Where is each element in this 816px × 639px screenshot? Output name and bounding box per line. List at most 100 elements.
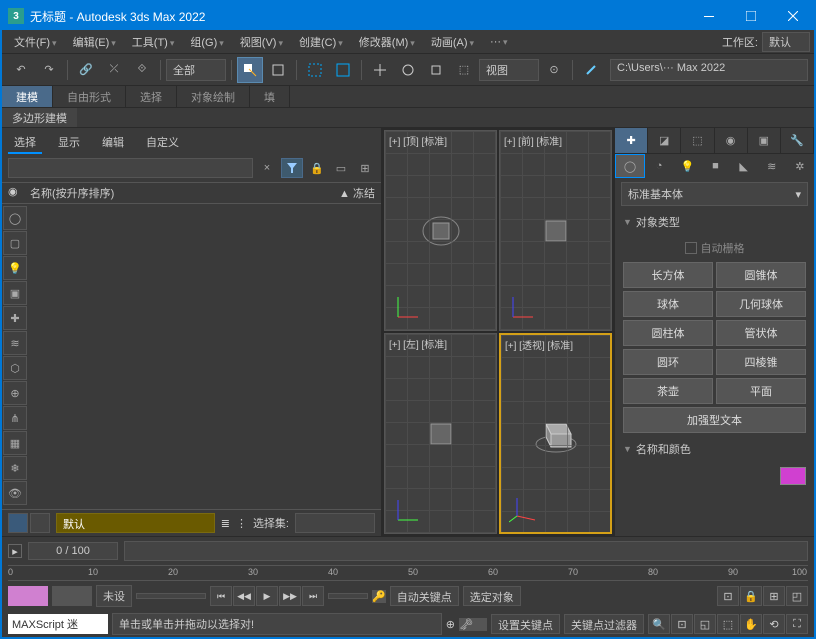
scene-list[interactable] xyxy=(28,204,381,509)
scale-button[interactable] xyxy=(423,57,449,83)
viewport-perspective[interactable]: [+] [透视] [标准] xyxy=(499,333,612,534)
nav-1-button[interactable]: ⊞ xyxy=(763,586,785,606)
filter-container-icon[interactable]: ▦ xyxy=(3,431,27,455)
prev-frame-button[interactable]: ◀◀ xyxy=(233,586,255,606)
hierarchy-tab[interactable]: ⬚ xyxy=(681,128,714,153)
selection-set-dropdown[interactable] xyxy=(295,513,375,533)
undo-button[interactable]: ↶ xyxy=(8,57,34,83)
zoom-button[interactable]: 🔍 xyxy=(648,614,670,634)
viewport-left-label[interactable]: [+] [左] [标准] xyxy=(389,336,447,351)
display-tab[interactable]: ▣ xyxy=(748,128,781,153)
filter-bone-icon[interactable]: ⋔ xyxy=(3,406,27,430)
autokey-button[interactable]: 自动关键点 xyxy=(390,586,459,606)
setkey-button[interactable]: 设置关键点 xyxy=(491,614,560,634)
filter-lights-icon[interactable]: 💡 xyxy=(3,256,27,280)
keyfilter-button[interactable]: 关键点过滤器 xyxy=(564,614,644,634)
placement-button[interactable]: ⬚ xyxy=(451,57,477,83)
goto-start-button[interactable]: ⏮ xyxy=(210,586,232,606)
manipulate-button[interactable] xyxy=(578,57,604,83)
object-name-input[interactable] xyxy=(623,467,780,485)
filter-helpers-icon[interactable]: ✚ xyxy=(3,306,27,330)
filter-cameras-icon[interactable]: ▣ xyxy=(3,281,27,305)
goto-end-button[interactable]: ⏭ xyxy=(302,586,324,606)
tube-button[interactable]: 管状体 xyxy=(716,320,806,346)
vp-layout-2-button[interactable] xyxy=(30,513,50,533)
pyramid-button[interactable]: 四棱锥 xyxy=(716,349,806,375)
menu-create[interactable]: 创建(C)▾ xyxy=(291,32,351,52)
zoom-all-button[interactable]: ⊡ xyxy=(671,614,693,634)
viewport-top[interactable]: [+] [顶] [标准] xyxy=(384,130,497,331)
minimize-button[interactable] xyxy=(688,2,730,30)
filter-groups-icon[interactable]: ⬡ xyxy=(3,356,27,380)
ribbon-tab-modeling[interactable]: 建模 xyxy=(2,86,53,107)
systems-subtab[interactable]: ✲ xyxy=(786,154,814,178)
add-time-tag-button[interactable]: ⊕ xyxy=(446,618,455,631)
scene-tab-edit[interactable]: 编辑 xyxy=(96,132,130,154)
cylinder-button[interactable]: 圆柱体 xyxy=(623,320,713,346)
view-hier-icon[interactable]: ⊞ xyxy=(355,158,375,178)
ribbon-tab-selection[interactable]: 选择 xyxy=(126,86,177,107)
use-pivot-button[interactable]: ⊙ xyxy=(541,57,567,83)
pan-button[interactable]: ✋ xyxy=(740,614,762,634)
play-toggle-icon[interactable]: ▸ xyxy=(8,544,22,558)
link-button[interactable]: 🔗 xyxy=(73,57,99,83)
viewport-top-label[interactable]: [+] [顶] [标准] xyxy=(389,133,447,148)
rect-region-button[interactable] xyxy=(302,57,328,83)
geosphere-button[interactable]: 几何球体 xyxy=(716,291,806,317)
orbit-button[interactable]: ⟲ xyxy=(763,614,785,634)
torus-button[interactable]: 圆环 xyxy=(623,349,713,375)
color-swatch-1[interactable] xyxy=(8,586,48,606)
cone-button[interactable]: 圆锥体 xyxy=(716,262,806,288)
autogrid-checkbox[interactable]: 自动栅格 xyxy=(623,238,806,262)
isolate-button[interactable]: ⊡ xyxy=(717,586,739,606)
lights-subtab[interactable]: 💡 xyxy=(673,154,701,178)
selected-dropdown[interactable]: 选定对象 xyxy=(463,586,521,606)
rollout-name-color[interactable]: ▼名称和颜色 xyxy=(615,437,814,461)
layers-icon[interactable]: ≣ xyxy=(221,517,230,530)
spacewarps-subtab[interactable]: ≋ xyxy=(758,154,786,178)
menu-edit[interactable]: 编辑(E)▾ xyxy=(65,32,124,52)
filter-xref-icon[interactable]: ⊕ xyxy=(3,381,27,405)
unlink-button[interactable]: ⤫ xyxy=(101,57,127,83)
viewport-left[interactable]: [+] [左] [标准] xyxy=(384,333,497,534)
menu-modifiers[interactable]: 修改器(M)▾ xyxy=(351,32,423,52)
redo-button[interactable]: ↷ xyxy=(36,57,62,83)
key-mode-button[interactable]: 🔑 xyxy=(372,590,386,603)
workspace-dropdown[interactable]: 默认 xyxy=(762,32,810,52)
play-button[interactable]: ▶ xyxy=(256,586,278,606)
plane-button[interactable]: 平面 xyxy=(716,378,806,404)
coord-x-input[interactable] xyxy=(136,593,206,599)
bind-spacewarp-button[interactable]: ⟐ xyxy=(129,57,155,83)
ribbon-tab-populate[interactable]: 填 xyxy=(250,86,290,107)
view-flat-icon[interactable]: ▭ xyxy=(331,158,351,178)
menu-more[interactable]: ···▾ xyxy=(482,34,516,50)
utilities-tab[interactable]: 🔧 xyxy=(781,128,814,153)
lock-icon[interactable]: 🔒 xyxy=(307,158,327,178)
current-frame-input[interactable] xyxy=(328,593,368,599)
fov-button[interactable]: ⬚ xyxy=(717,614,739,634)
filter-spacewarps-icon[interactable]: ≋ xyxy=(3,331,27,355)
ribbon-tab-freeform[interactable]: 自由形式 xyxy=(53,86,126,107)
window-crossing-button[interactable] xyxy=(330,57,356,83)
time-track[interactable] xyxy=(124,541,808,561)
color-swatch-2[interactable] xyxy=(52,586,92,606)
select-object-button[interactable] xyxy=(237,57,263,83)
object-color-swatch[interactable] xyxy=(780,467,806,485)
move-button[interactable] xyxy=(367,57,393,83)
filter-frozen-icon[interactable]: ❄ xyxy=(3,456,27,480)
sphere-button[interactable]: 球体 xyxy=(623,291,713,317)
rollout-object-type[interactable]: ▼对象类型 xyxy=(615,210,814,234)
modify-tab[interactable]: ◪ xyxy=(648,128,681,153)
ribbon-tab-paint[interactable]: 对象绘制 xyxy=(177,86,250,107)
column-freeze[interactable]: ▲ 冻结 xyxy=(315,185,375,201)
menu-file[interactable]: 文件(F)▾ xyxy=(6,32,65,52)
menu-group[interactable]: 组(G)▾ xyxy=(182,32,231,52)
teapot-button[interactable]: 茶壶 xyxy=(623,378,713,404)
key-big-button[interactable]: 🗝 xyxy=(459,618,487,631)
next-frame-button[interactable]: ▶▶ xyxy=(279,586,301,606)
menu-animation[interactable]: 动画(A)▾ xyxy=(423,32,482,52)
selection-filter-dropdown[interactable]: 全部 xyxy=(166,59,226,81)
maximize-button[interactable] xyxy=(730,2,772,30)
viewport-persp-label[interactable]: [+] [透视] [标准] xyxy=(505,337,573,352)
ribbon-sub-polymodel[interactable]: 多边形建模 xyxy=(2,108,77,127)
